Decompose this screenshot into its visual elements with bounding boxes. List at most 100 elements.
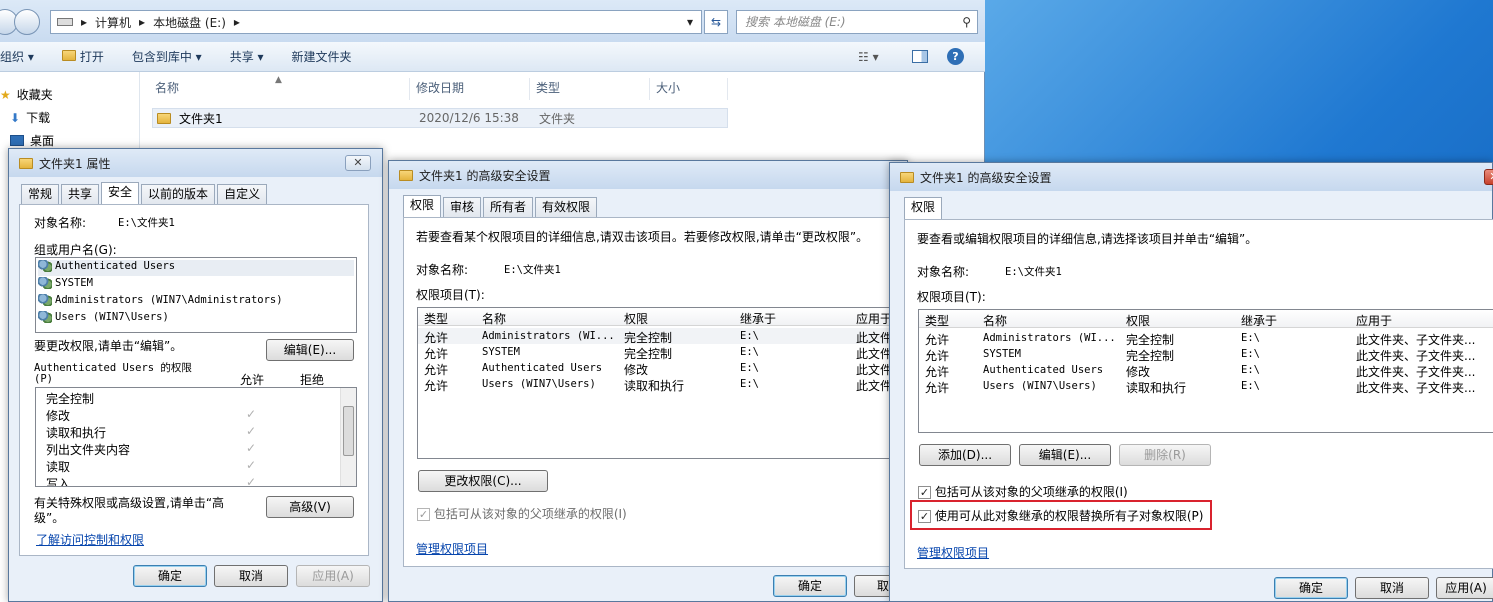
- tab-permissions[interactable]: 权限: [904, 197, 943, 219]
- col-applies[interactable]: 应用于: [856, 310, 892, 327]
- address-bar[interactable]: ▸ 计算机 ▸ 本地磁盘 (E:) ▸ ▾: [50, 10, 702, 34]
- help-icon[interactable]: ?: [947, 48, 964, 65]
- forward-button[interactable]: [14, 9, 40, 35]
- cell-name: Users (WIN7\Users): [983, 380, 1097, 392]
- ok-button[interactable]: 确定: [1274, 577, 1348, 599]
- col-permission[interactable]: 权限: [624, 310, 648, 327]
- close-button[interactable]: ✕: [345, 155, 371, 171]
- change-permissions-button[interactable]: 更改权限(C)...: [418, 470, 548, 492]
- inherit-checkbox[interactable]: ✓: [417, 508, 430, 521]
- advanced-button[interactable]: 高级(V): [266, 496, 354, 518]
- manage-entries-link[interactable]: 管理权限项目: [416, 540, 488, 557]
- add-button[interactable]: 添加(D)...: [919, 444, 1011, 466]
- cell-applies: 此文件: [856, 379, 893, 393]
- user-item[interactable]: Authenticated Users: [38, 260, 354, 276]
- refresh-icon[interactable]: ⇆: [704, 10, 728, 34]
- ok-button[interactable]: 确定: [773, 575, 847, 597]
- file-date: 2020/12/6 15:38: [419, 111, 519, 125]
- close-button[interactable]: ✕: [1484, 169, 1493, 185]
- tab-auditing[interactable]: 审核: [443, 197, 482, 217]
- sidebar-item-favorites[interactable]: ★ 收藏夹: [0, 86, 53, 103]
- col-type[interactable]: 类型: [925, 312, 949, 329]
- table-row[interactable]: 允许 SYSTEM 完全控制 E:\ 此文件夹、子文件夹...: [919, 346, 1493, 363]
- replace-checkbox-row[interactable]: ✓ 使用可从此对象继承的权限替换所有子对象权限(P): [918, 507, 1203, 524]
- tab-effective-permissions[interactable]: 有效权限: [535, 197, 598, 217]
- chevron-right-icon: ▸: [233, 15, 240, 29]
- column-header-size[interactable]: 大小: [656, 78, 728, 100]
- search-icon[interactable]: ⚲: [962, 11, 971, 33]
- apply-button[interactable]: 应用(A): [1436, 577, 1493, 599]
- tab-previous-versions[interactable]: 以前的版本: [141, 184, 216, 204]
- organize-button[interactable]: 组织 ▾: [0, 48, 34, 65]
- cell-inherited: E:\: [1241, 364, 1260, 376]
- users-icon: [38, 260, 52, 272]
- change-instruction: 要更改权限,请单击“编辑”。: [34, 339, 183, 353]
- edit-button[interactable]: 编辑(E)...: [1019, 444, 1111, 466]
- col-name[interactable]: 名称: [482, 310, 506, 327]
- inherit-checkbox[interactable]: ✓: [918, 486, 931, 499]
- col-inherited[interactable]: 继承于: [1241, 312, 1277, 329]
- table-row[interactable]: 允许 Authenticated Users 修改 E:\ 此文件夹、子文件夹.…: [919, 362, 1493, 379]
- permission-entries-table[interactable]: 类型 名称 权限 继承于 应用于 允许 Administrators (WI..…: [417, 307, 907, 459]
- table-row[interactable]: 允许 Users (WIN7\Users) 读取和执行 E:\ 此文件: [418, 376, 906, 393]
- table-row[interactable]: 允许 Users (WIN7\Users) 读取和执行 E:\ 此文件夹、子文件…: [919, 378, 1493, 395]
- scrollbar-thumb[interactable]: [343, 406, 354, 456]
- sidebar-item-desktop[interactable]: 桌面: [10, 132, 54, 149]
- table-row[interactable]: 允许 Authenticated Users 修改 E:\ 此文件: [418, 360, 906, 377]
- manage-entries-link[interactable]: 管理权限项目: [917, 544, 989, 561]
- share-button[interactable]: 共享 ▾: [230, 48, 264, 65]
- user-item[interactable]: SYSTEM: [38, 277, 93, 289]
- tab-security[interactable]: 安全: [101, 182, 140, 204]
- user-item[interactable]: Administrators (WIN7\Administrators): [38, 294, 283, 306]
- sidebar-item-downloads[interactable]: ⬇ 下载: [10, 109, 50, 126]
- breadcrumb-computer[interactable]: 计算机: [95, 14, 131, 31]
- col-type[interactable]: 类型: [424, 310, 448, 327]
- address-dropdown-icon[interactable]: ▾: [687, 15, 693, 29]
- cancel-button[interactable]: 取消: [214, 565, 288, 587]
- edit-permissions-panel: 要查看或编辑权限项目的详细信息,请选择该项目并单击“编辑”。 对象名称: E:\…: [904, 219, 1493, 569]
- table-row[interactable]: 允许 SYSTEM 完全控制 E:\ 此文件: [418, 344, 906, 361]
- breadcrumb-drive[interactable]: 本地磁盘 (E:): [153, 14, 226, 31]
- preview-pane-icon[interactable]: [912, 50, 928, 63]
- open-button[interactable]: 打开: [61, 48, 104, 65]
- col-name[interactable]: 名称: [983, 312, 1007, 329]
- inherit-checkbox-row[interactable]: ✓ 包括可从该对象的父项继承的权限(I): [417, 505, 627, 522]
- cell-name: Users (WIN7\Users): [482, 378, 596, 390]
- delete-button[interactable]: 删除(R): [1119, 444, 1211, 466]
- new-folder-button[interactable]: 新建文件夹: [292, 48, 352, 65]
- tab-general[interactable]: 常规: [21, 184, 60, 204]
- tab-owner[interactable]: 所有者: [483, 197, 534, 217]
- search-input[interactable]: 搜索 本地磁盘 (E:) ⚲: [736, 10, 978, 34]
- learn-access-control-link[interactable]: 了解访问控制和权限: [36, 531, 144, 548]
- file-row[interactable]: 文件夹1 2020/12/6 15:38 文件夹: [152, 108, 728, 128]
- col-permission[interactable]: 权限: [1126, 312, 1150, 329]
- edit-button[interactable]: 编辑(E)...: [266, 339, 354, 361]
- apply-button[interactable]: 应用(A): [296, 565, 370, 587]
- inherit-checkbox-row[interactable]: ✓ 包括可从该对象的父项继承的权限(I): [918, 483, 1128, 500]
- permissions-scrollbar[interactable]: [340, 388, 356, 486]
- permission-entries-table[interactable]: 类型 名称 权限 继承于 应用于 允许 Administrators (WI..…: [918, 309, 1493, 433]
- address-bar-area: ▸ 计算机 ▸ 本地磁盘 (E:) ▸ ▾ ⇆ 搜索 本地磁盘 (E:) ⚲: [0, 0, 985, 42]
- replace-checkbox[interactable]: ✓: [918, 510, 931, 523]
- object-name-value: E:\文件夹1: [504, 264, 561, 276]
- tab-permissions[interactable]: 权限: [403, 195, 442, 217]
- ok-button[interactable]: 确定: [133, 565, 207, 587]
- include-library-button[interactable]: 包含到库中 ▾: [132, 48, 202, 65]
- user-item[interactable]: Users (WIN7\Users): [38, 311, 169, 323]
- tab-customize[interactable]: 自定义: [217, 184, 268, 204]
- col-inherited[interactable]: 继承于: [740, 310, 776, 327]
- cancel-button[interactable]: 取消: [1355, 577, 1429, 599]
- col-applies[interactable]: 应用于: [1356, 312, 1392, 329]
- column-header-type[interactable]: 类型: [536, 78, 650, 100]
- column-header-date[interactable]: 修改日期: [416, 78, 530, 100]
- table-row[interactable]: 允许 Administrators (WI... 完全控制 E:\ 此文件: [418, 328, 906, 345]
- info-text: 若要查看某个权限项目的详细信息,请双击该项目。若要修改权限,请单击“更改权限”。: [416, 230, 869, 244]
- tab-sharing[interactable]: 共享: [61, 184, 100, 204]
- view-options-icon[interactable]: ☷ ▾: [858, 50, 879, 64]
- column-header-name[interactable]: 名称 ▲: [155, 75, 410, 100]
- sidebar-label: 收藏夹: [16, 88, 53, 102]
- users-list[interactable]: Authenticated Users SYSTEM Administrator…: [35, 257, 357, 333]
- properties-dialog: 文件夹1 属性 ✕ 常规 共享 安全 以前的版本 自定义 对象名称: E:\文件…: [8, 148, 383, 602]
- table-row[interactable]: 允许 Administrators (WI... 完全控制 E:\ 此文件夹、子…: [919, 330, 1493, 347]
- permissions-list[interactable]: 完全控制 修改 ✓ 读取和执行 ✓ 列出文件夹内容 ✓ 读取 ✓ 写入 ✓: [35, 387, 357, 487]
